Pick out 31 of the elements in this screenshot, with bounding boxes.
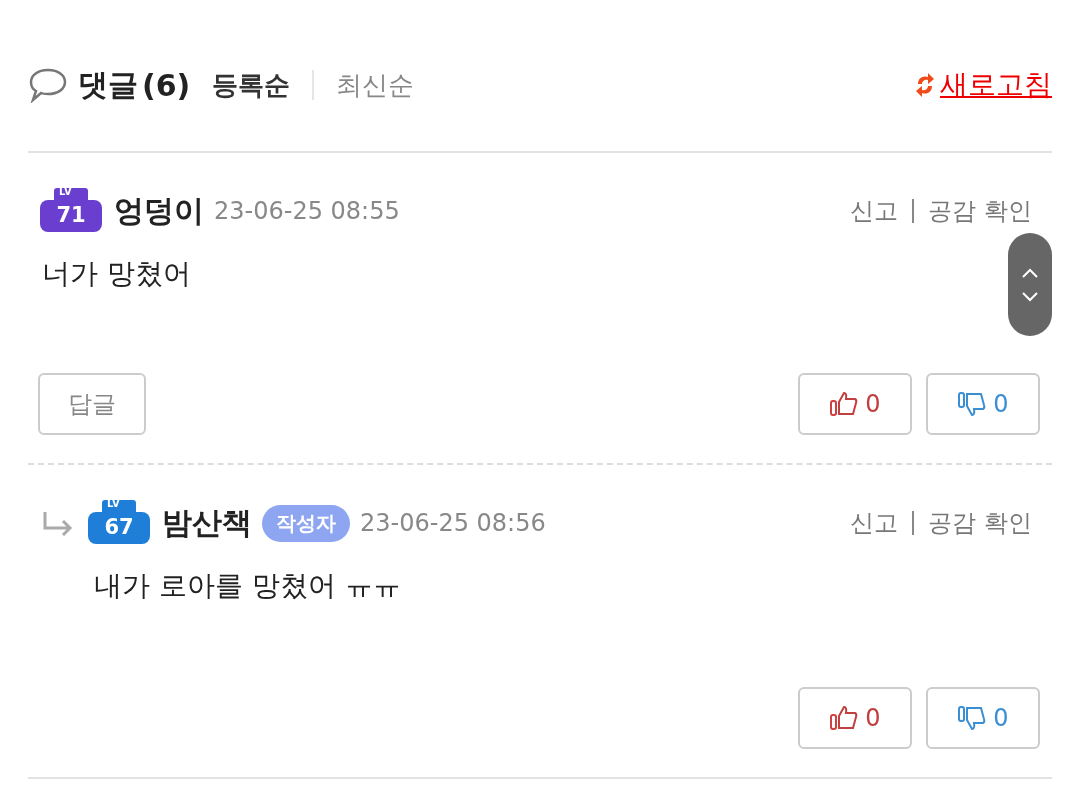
- sort-tab[interactable]: 등록순: [200, 67, 303, 103]
- comment-count: (6): [142, 67, 191, 103]
- down-icon[interactable]: [1021, 291, 1039, 302]
- thumbs-down-icon: [957, 391, 988, 417]
- comment-date: 23-06-25 08:55: [214, 197, 400, 225]
- thumbs-up-icon: [829, 705, 860, 731]
- speech-bubble-icon: [28, 67, 68, 103]
- likes-link[interactable]: 공감 확인: [928, 507, 1032, 539]
- comments-title: 댓글: [78, 65, 138, 104]
- level-number: 71: [55, 203, 87, 227]
- author-tag: 작성자: [262, 504, 350, 542]
- thumbs-down-icon: [957, 705, 988, 731]
- scroll-control[interactable]: [1008, 233, 1052, 336]
- like-button[interactable]: 0: [798, 373, 912, 435]
- like-button[interactable]: 0: [798, 687, 912, 749]
- up-icon[interactable]: [1021, 267, 1039, 278]
- level-number: 67: [103, 515, 135, 539]
- dislike-button[interactable]: 0: [926, 687, 1040, 749]
- report-link[interactable]: 신고: [850, 195, 899, 227]
- thumbs-up-icon: [829, 391, 860, 417]
- comment-date: 23-06-25 08:56: [360, 509, 546, 537]
- author-name: 엉덩이: [114, 191, 204, 230]
- likes-link[interactable]: 공감 확인: [928, 195, 1032, 227]
- comment-text: 너가 망쳤어: [42, 256, 191, 292]
- report-link[interactable]: 신고: [850, 507, 899, 539]
- reply-button[interactable]: 답글: [38, 373, 146, 435]
- author-name: 밤산책: [162, 503, 252, 542]
- dislike-button[interactable]: 0: [926, 373, 1040, 435]
- comment-text: 내가 로아를 망쳤어 ㅠㅠ: [94, 568, 401, 604]
- refresh-link[interactable]: 새로고침: [914, 66, 1052, 104]
- sort-tab[interactable]: 최신순: [324, 67, 427, 103]
